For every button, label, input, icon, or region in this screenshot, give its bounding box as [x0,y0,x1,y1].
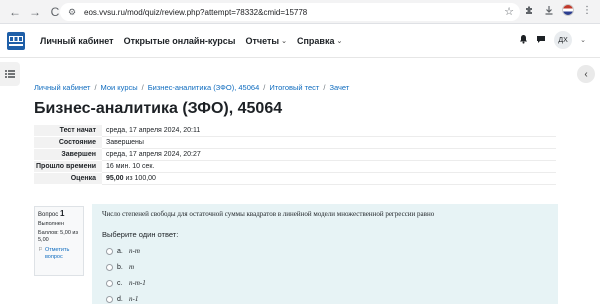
summary-label: Оценка [34,172,102,185]
chevron-down-icon: ⌄ [336,37,343,45]
nav-reports[interactable]: Отчеты ⌄ [245,36,287,46]
chevron-down-icon: ⌄ [281,37,287,45]
user-avatar[interactable]: ДХ [554,31,573,49]
answer-options: a. n-m b. m c. n-m-1 d. n-1 [102,243,548,304]
question-info-box: Вопрос 1 Выполнен Баллов: 5,00 из 5,00 ⚐… [34,206,84,276]
back-icon[interactable]: ← [6,3,24,21]
notifications-bell-icon[interactable] [519,34,528,47]
radio-button[interactable] [106,247,113,255]
summary-label: Тест начат [34,125,102,137]
extensions-icon[interactable] [522,3,536,17]
table-row: Прошло времени 16 мин. 10 сек. [34,160,556,173]
table-row: Состояние Завершены [34,136,556,149]
nav-dashboard[interactable]: Личный кабинет [40,36,114,46]
table-row: Завершен среда, 17 апреля 2024, 20:27 [34,148,556,161]
answer-prompt: Выберите один ответ: [102,230,179,239]
breadcrumb-item[interactable]: Личный кабинет [34,83,90,92]
site-navbar: Личный кабинет Открытые онлайн-курсы Отч… [0,24,600,58]
forward-icon[interactable]: → [26,3,44,21]
summary-value: среда, 17 апреля 2024, 20:27 [102,148,556,161]
answer-text: n-1 [129,295,139,303]
bookmark-star-icon[interactable]: ☆ [504,5,514,18]
answer-text: n-m [129,247,140,255]
flag-question-link[interactable]: ⚐ Отметить вопрос [38,247,80,261]
answer-text: m [129,263,135,271]
question-content: Число степеней свободы для остаточной су… [92,204,558,304]
page-title: Бизнес-аналитика (ЗФО), 45064 [34,100,283,117]
radio-button[interactable] [106,279,113,287]
summary-label: Завершен [34,148,102,161]
summary-value: среда, 17 апреля 2024, 20:11 [102,125,556,137]
summary-value: Завершены [102,136,556,149]
answer-option[interactable]: d. n-1 [102,291,548,304]
summary-value: 95,00 из 100,00 [102,172,556,185]
breadcrumb-item[interactable]: Бизнес-аналитика (ЗФО), 45064 [148,83,260,92]
breadcrumb: Личный кабинет / Мои курсы / Бизнес-анал… [34,83,350,92]
question-state: Выполнен [38,221,64,227]
breadcrumb-item[interactable]: Итоговый тест [269,83,319,92]
profile-avatar-icon[interactable] [562,4,574,16]
summary-label: Прошло времени [34,160,102,173]
answer-text: n-m-1 [129,279,146,287]
radio-button[interactable] [106,295,113,303]
url-text[interactable]: eos.vvsu.ru/mod/quiz/review.php?attempt=… [84,8,307,17]
messages-icon[interactable] [536,34,546,47]
site-info-icon[interactable]: ⚙ [66,6,78,18]
nav-help[interactable]: Справка ⌄ [297,36,342,46]
question-number: Вопрос 1 [38,209,65,218]
question-grade: Баллов: 5,00 из 5,00 [38,230,79,243]
table-row: Оценка 95,00 из 100,00 [34,172,556,185]
summary-label: Состояние [34,136,102,149]
grade-max: из 100,00 [123,175,156,182]
site-logo[interactable] [6,31,26,51]
answer-option[interactable]: c. n-m-1 [102,275,548,291]
question-text: Число степеней свободы для остаточной су… [102,210,435,218]
breadcrumb-item[interactable]: Зачет [329,83,349,92]
answer-option[interactable]: b. m [102,259,548,275]
breadcrumb-item[interactable]: Мои курсы [101,83,138,92]
download-icon[interactable] [542,3,556,17]
browser-toolbar: ← → C ⚙ eos.vvsu.ru/mod/quiz/review.php?… [0,0,600,24]
block-drawer-toggle[interactable]: ‹ [577,65,595,83]
grade-value: 95,00 [106,175,124,182]
radio-button[interactable] [106,263,113,271]
course-index-toggle[interactable] [0,62,20,86]
nav-open-courses[interactable]: Открытые онлайн-курсы [124,36,236,46]
address-bar[interactable]: ⚙ eos.vvsu.ru/mod/quiz/review.php?attemp… [60,3,520,21]
chevron-left-icon: ‹ [584,68,588,80]
browser-menu-icon[interactable]: ⋮ [580,3,594,17]
flag-icon: ⚐ [38,247,43,253]
answer-option[interactable]: a. n-m [102,243,548,259]
user-menu-chevron-icon[interactable]: ⌄ [580,36,586,44]
list-icon [5,70,15,78]
attempt-summary-table: Тест начат среда, 17 апреля 2024, 20:11 … [34,125,556,185]
primary-navigation: Личный кабинет Открытые онлайн-курсы Отч… [40,36,342,46]
table-row: Тест начат среда, 17 апреля 2024, 20:11 [34,125,556,137]
summary-value: 16 мин. 10 сек. [102,160,556,173]
